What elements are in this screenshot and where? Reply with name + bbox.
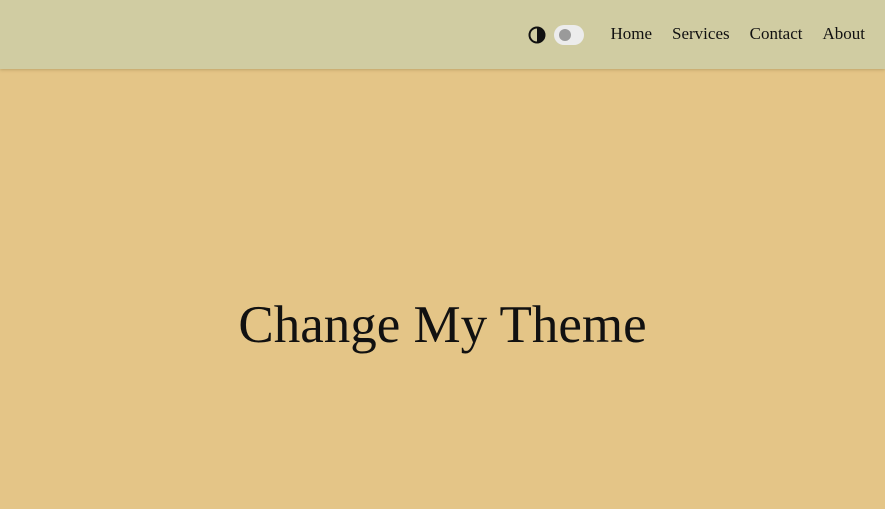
top-navigation-bar: Home Services Contact About — [0, 0, 885, 69]
nav-link-home[interactable]: Home — [610, 23, 652, 45]
main-nav: Home Services Contact About — [610, 23, 865, 45]
nav-link-services[interactable]: Services — [672, 23, 730, 45]
nav-link-about[interactable]: About — [823, 23, 866, 45]
theme-switch[interactable] — [554, 24, 584, 45]
theme-toggle[interactable] — [528, 24, 584, 45]
contrast-icon — [528, 26, 546, 43]
hero-section: Change My Theme — [0, 69, 885, 509]
theme-switch-knob[interactable] — [559, 28, 571, 41]
nav-link-contact[interactable]: Contact — [750, 23, 803, 45]
page-title: Change My Theme — [238, 296, 647, 354]
